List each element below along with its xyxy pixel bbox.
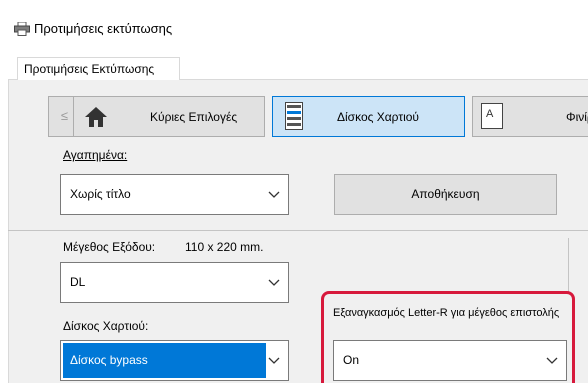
nav-paper-tray-button[interactable]: Δίσκος Χαρτιού xyxy=(272,96,465,137)
chevron-down-icon xyxy=(268,354,280,366)
favorites-select[interactable]: Χωρίς τίτλο xyxy=(60,174,289,215)
chevron-down-icon xyxy=(268,188,280,200)
output-size-label: Μέγεθος Εξόδου: xyxy=(63,240,156,254)
paper-tray-value: Δίσκος bypass xyxy=(63,343,266,378)
window-title: Προτιμήσεις εκτύπωσης xyxy=(34,21,173,36)
save-button[interactable]: Αποθήκευση xyxy=(334,174,557,215)
output-size-value: DL xyxy=(70,275,86,289)
printer-icon xyxy=(14,21,30,36)
paper-tray-label: Δίσκος Χαρτιού: xyxy=(63,319,149,333)
tab-printing-preferences[interactable]: Προτιμήσεις Εκτύπωσης xyxy=(17,57,180,80)
letter-r-value: On xyxy=(343,353,360,367)
favorites-label: Αγαπημένα: xyxy=(63,148,128,162)
finishing-icon: A xyxy=(481,103,503,129)
nav-paper-tray-label: Δίσκος Χαρτιού xyxy=(337,110,419,124)
paper-tray-select[interactable]: Δίσκος bypass xyxy=(60,340,289,381)
chevron-down-icon xyxy=(546,354,558,366)
letter-r-label: Εξαναγκασμός Letter-R για μέγεθος επιστο… xyxy=(333,307,560,319)
section-divider xyxy=(8,230,588,231)
nav-finishing-label: Φινίρ xyxy=(566,110,588,124)
letter-r-select[interactable]: On xyxy=(333,340,567,381)
home-icon xyxy=(84,105,108,129)
output-size-select[interactable]: DL xyxy=(60,262,289,303)
nav-main-options-label: Κύριες Επιλογές xyxy=(150,110,238,124)
svg-text:A: A xyxy=(486,108,494,120)
favorites-value: Χωρίς τίτλο xyxy=(70,187,131,201)
paper-tray-icon xyxy=(285,102,303,130)
nav-finishing-button[interactable]: A Φινίρ xyxy=(472,96,588,137)
chevron-down-icon xyxy=(268,276,280,288)
output-size-dimension: 110 x 220 mm. xyxy=(185,240,264,254)
nav-main-options-button[interactable]: Κύριες Επιλογές xyxy=(73,96,265,137)
